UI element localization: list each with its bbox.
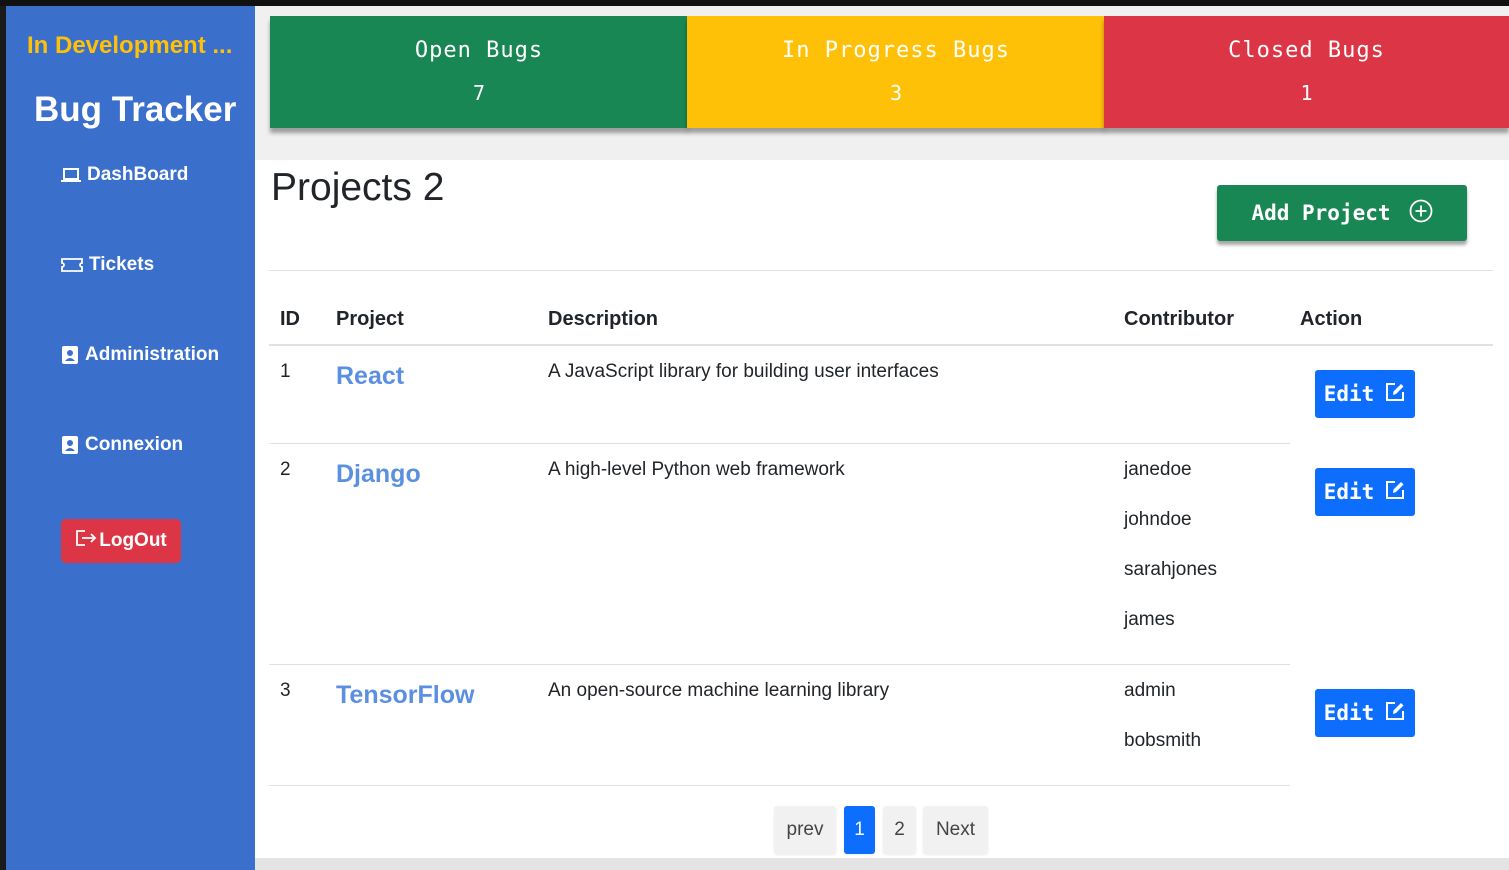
edit-icon [1384,479,1406,506]
project-link[interactable]: TensorFlow [336,681,474,710]
nav-administration-label: Administration [85,344,220,365]
project-description: An open-source machine learning library [548,680,890,701]
contributor-name: johndoe [1124,509,1192,530]
header-divider [269,270,1493,271]
row-id: 1 [280,361,291,382]
row-divider [269,785,1290,786]
sidebar: In Development ... Bug Tracker DashBoard… [6,6,255,870]
app-status: In Development ... [27,32,233,59]
nav-tickets[interactable]: Tickets [61,254,154,276]
open-bugs-count: 7 [472,81,486,105]
app-title: Bug Tracker [34,90,237,129]
column-header-contributor: Contributor [1124,308,1234,330]
pagination-page-1[interactable]: 1 [844,806,875,854]
logout-label: LogOut [99,530,167,551]
column-header-id: ID [280,308,300,330]
pagination-page-2[interactable]: 2 [883,806,916,854]
row-id: 3 [280,680,291,701]
nav-tickets-label: Tickets [89,254,155,275]
nav-administration[interactable]: Administration [61,344,219,366]
open-bugs-label: Open Bugs [414,38,544,63]
table-header-line [269,344,1493,346]
edit-label: Edit [1323,701,1375,725]
edit-icon [1384,700,1406,727]
plus-circle-icon [1409,199,1433,228]
project-description: A high-level Python web framework [548,459,845,480]
closed-bugs-label: Closed Bugs [1228,38,1385,63]
pagination-prev[interactable]: prev [774,806,836,854]
ticket-icon [61,257,83,273]
row-divider [269,443,1290,444]
closed-bugs-card: Closed Bugs 1 [1104,16,1509,128]
logout-icon [75,529,97,553]
logout-button[interactable]: LogOut [61,519,181,563]
edit-button[interactable]: Edit [1315,468,1415,516]
edit-button[interactable]: Edit [1315,689,1415,737]
in-progress-bugs-count: 3 [889,81,903,105]
pagination-next[interactable]: Next [923,806,988,854]
in-progress-bugs-label: In Progress Bugs [782,38,1010,63]
in-progress-bugs-card: In Progress Bugs 3 [687,16,1105,128]
projects-panel: Projects 2 Add Project ID Project Descri… [255,160,1509,858]
project-link[interactable]: Django [336,460,421,489]
contributor-name: admin [1124,680,1176,701]
edit-label: Edit [1323,480,1375,504]
edit-label: Edit [1323,382,1375,406]
row-divider [269,664,1290,665]
open-bugs-card: Open Bugs 7 [270,16,688,128]
contributor-name: janedoe [1124,459,1192,480]
column-header-description: Description [548,308,659,330]
edit-icon [1384,381,1406,408]
nav-dashboard-label: DashBoard [87,164,189,185]
edit-button[interactable]: Edit [1315,370,1415,418]
add-project-label: Add Project [1251,201,1391,225]
bottom-section-edge [255,858,1509,870]
person-badge-icon [61,345,79,365]
column-header-action: Action [1300,308,1363,330]
row-id: 2 [280,459,291,480]
project-link[interactable]: React [336,362,404,391]
closed-bugs-count: 1 [1300,81,1313,105]
contributor-name: sarahjones [1124,559,1217,580]
nav-dashboard[interactable]: DashBoard [61,164,188,186]
contributor-name: bobsmith [1124,730,1202,751]
nav-connexion[interactable]: Connexion [61,434,183,456]
main-content: Open Bugs 7 In Progress Bugs 3 Closed Bu… [255,6,1509,870]
contributor-name: james [1124,609,1175,630]
project-description: A JavaScript library for building user i… [548,361,939,382]
nav-connexion-label: Connexion [85,434,184,455]
person-badge-icon [61,435,79,455]
add-project-button[interactable]: Add Project [1217,185,1467,241]
column-header-project: Project [336,308,404,330]
laptop-icon [61,166,81,184]
page-title: Projects 2 [271,166,445,209]
